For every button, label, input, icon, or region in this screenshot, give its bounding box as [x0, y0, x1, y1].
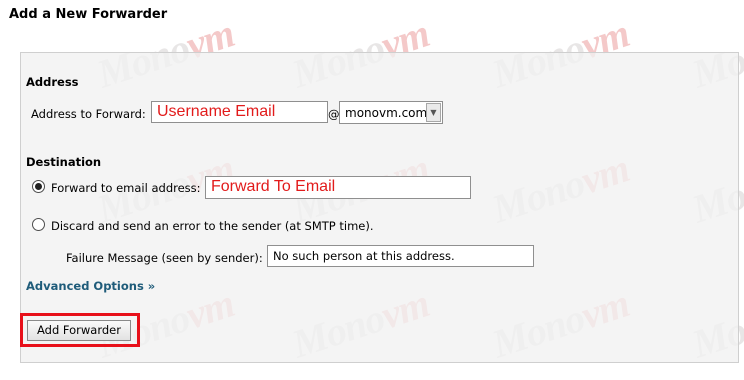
advanced-options-link[interactable]: Advanced Options » — [26, 279, 155, 293]
address-to-forward-label: Address to Forward: — [31, 107, 146, 121]
radio-forward-to-email[interactable] — [32, 180, 45, 193]
domain-select[interactable]: monovm.com ▼ — [339, 101, 443, 124]
address-section-title: Address — [26, 75, 79, 89]
forward-input-value: Forward To Email — [211, 178, 336, 195]
discard-option-label: Discard and send an error to the sender … — [51, 219, 374, 233]
forwarder-page: MonovmMonovmMonovmMonovmMonovmMonovmMono… — [0, 0, 744, 380]
forward-to-email-input[interactable]: Forward To Email — [205, 176, 471, 199]
add-forwarder-button[interactable]: Add Forwarder — [27, 320, 131, 341]
failure-message-label: Failure Message (seen by sender): — [66, 251, 263, 265]
domain-selected-value: monovm.com — [345, 106, 428, 120]
page-title: Add a New Forwarder — [9, 7, 168, 22]
destination-section-title: Destination — [26, 155, 102, 169]
forward-option-label: Forward to email address: — [51, 181, 201, 195]
chevron-down-icon[interactable]: ▼ — [426, 103, 441, 122]
address-to-forward-input[interactable]: Username Email — [151, 101, 328, 123]
failure-message-input[interactable]: No such person at this address. — [267, 245, 534, 267]
radio-selected-icon — [35, 183, 42, 190]
failure-message-value: No such person at this address. — [273, 249, 455, 263]
address-input-value: Username Email — [157, 103, 276, 120]
radio-discard[interactable] — [32, 218, 45, 231]
at-sign: @ — [328, 107, 340, 121]
